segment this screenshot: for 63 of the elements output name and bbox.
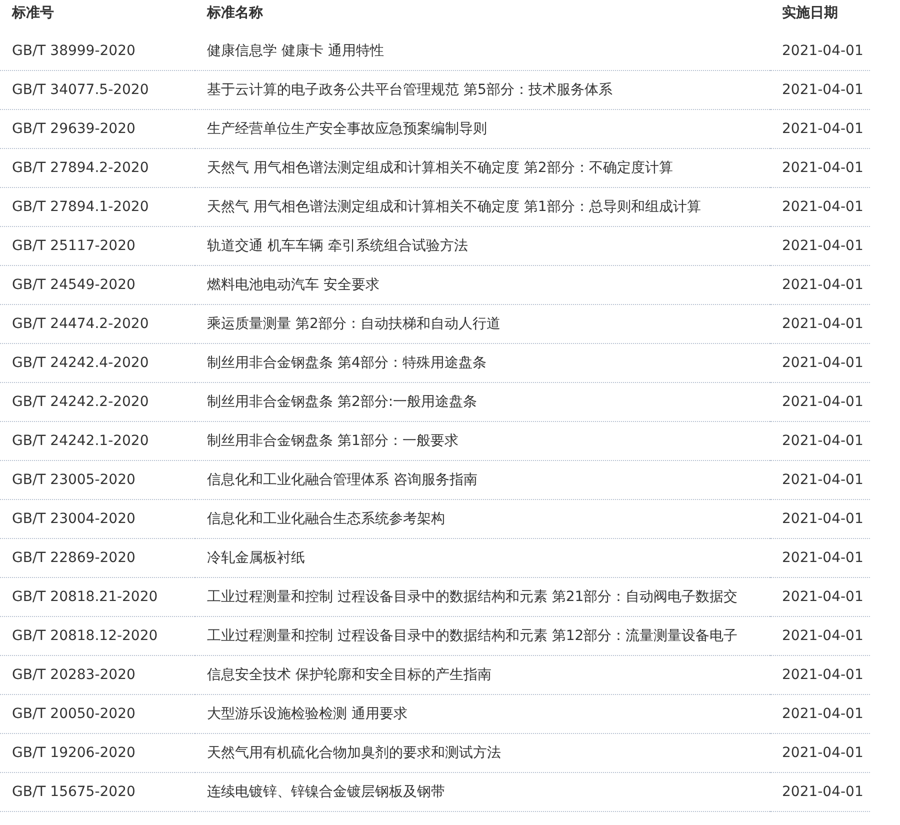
table-cell: 2021-04-01 — [770, 656, 870, 695]
table-cell: 2021-04-01 — [770, 227, 870, 266]
table-cell: GB/T 15675-2020 — [0, 773, 195, 812]
table-cell: GB/T 24242.4-2020 — [0, 344, 195, 383]
table-cell-text: 信息化和工业化融合管理体系 咨询服务指南 — [207, 471, 478, 490]
table-cell: GB/T 24474.2-2020 — [0, 305, 195, 344]
table-cell: 2021-04-01 — [770, 539, 870, 578]
table-cell: 2021-04-01 — [770, 500, 870, 539]
table-cell-text: 制丝用非合金钢盘条 第1部分：一般要求 — [207, 432, 458, 451]
table-cell: GB/T 20283-2020 — [0, 656, 195, 695]
table-cell: GB/T 20818.12-2020 — [0, 617, 195, 656]
table-cell: GB/T 38999-2020 — [0, 32, 195, 71]
table-cell: 2021-04-01 — [770, 383, 870, 422]
table-cell: GB/T 20818.21-2020 — [0, 578, 195, 617]
table-cell: 2021-04-01 — [770, 773, 870, 812]
table-cell: GB/T 27894.1-2020 — [0, 188, 195, 227]
table-cell: 2021-04-01 — [770, 188, 870, 227]
table-cell: GB/T 29639-2020 — [0, 110, 195, 149]
table-cell: GB/T 23005-2020 — [0, 461, 195, 500]
table-cell-text: 基于云计算的电子政务公共平台管理规范 第5部分：技术服务体系 — [207, 81, 612, 100]
table-cell-text: 大型游乐设施检验检测 通用要求 — [207, 705, 408, 724]
table-cell: 2021-04-01 — [770, 422, 870, 461]
table-cell: GB/T 25117-2020 — [0, 227, 195, 266]
table-cell-text: 轨道交通 机车车辆 牵引系统组合试验方法 — [207, 237, 468, 256]
table-cell: GB/T 24549-2020 — [0, 266, 195, 305]
table-cell: GB/T 19206-2020 — [0, 734, 195, 773]
table-cell-text: 冷轧金属板衬纸 — [207, 549, 305, 568]
table-cell-text: 燃料电池电动汽车 安全要求 — [207, 276, 380, 295]
table-cell-text: 工业过程测量和控制 过程设备目录中的数据结构和元素 第21部分：自动阀电子数据交 — [207, 588, 738, 607]
table-cell: 2021-04-01 — [770, 578, 870, 617]
table-cell-text: 制丝用非合金钢盘条 第4部分：特殊用途盘条 — [207, 354, 486, 373]
table-cell: 2021-04-01 — [770, 617, 870, 656]
table-cell: 2021-04-01 — [770, 461, 870, 500]
table-cell: 2021-04-01 — [770, 695, 870, 734]
table-cell-text: 信息化和工业化融合生态系统参考架构 — [207, 510, 445, 529]
table-cell: GB/T 27894.2-2020 — [0, 149, 195, 188]
table-cell-text: 天然气用有机硫化合物加臭剂的要求和测试方法 — [207, 744, 501, 763]
table-cell-text: 工业过程测量和控制 过程设备目录中的数据结构和元素 第12部分：流量测量设备电子 — [207, 627, 738, 646]
table-cell: 2021-04-01 — [770, 734, 870, 773]
table-cell-text: 健康信息学 健康卡 通用特性 — [207, 42, 384, 61]
table-cell: 2021-04-01 — [770, 149, 870, 188]
table-cell: 2021-04-01 — [770, 305, 870, 344]
table-cell: GB/T 20050-2020 — [0, 695, 195, 734]
table-cell-text: 制丝用非合金钢盘条 第2部分:一般用途盘条 — [207, 393, 478, 412]
column-header: 标准号 — [10, 4, 55, 23]
table-cell: GB/T 24242.1-2020 — [0, 422, 195, 461]
table-cell: 2021-04-01 — [770, 344, 870, 383]
table-cell-text: 乘运质量测量 第2部分：自动扶梯和自动人行道 — [207, 315, 500, 334]
table-cell: 2021-04-01 — [770, 110, 870, 149]
column-header: 实施日期 — [781, 4, 839, 23]
column-header: 标准名称 — [206, 4, 264, 23]
table-cell-text: 连续电镀锌、锌镍合金镀层钢板及钢带 — [207, 783, 445, 802]
table-cell-text: 信息安全技术 保护轮廓和安全目标的产生指南 — [207, 666, 492, 685]
table-cell: 2021-04-01 — [770, 32, 870, 71]
table-cell-text: 天然气 用气相色谱法测定组成和计算相关不确定度 第2部分：不确定度计算 — [207, 159, 673, 178]
table-cell-text: 生产经营单位生产安全事故应急预案编制导则 — [207, 120, 487, 139]
table-cell-text: 天然气 用气相色谱法测定组成和计算相关不确定度 第1部分：总导则和组成计算 — [207, 198, 701, 217]
table-cell: 2021-04-01 — [770, 71, 870, 110]
table-cell: GB/T 34077.5-2020 — [0, 71, 195, 110]
table-cell: GB/T 23004-2020 — [0, 500, 195, 539]
table-cell: 2021-04-01 — [770, 266, 870, 305]
table-cell: GB/T 22869-2020 — [0, 539, 195, 578]
table-cell: GB/T 24242.2-2020 — [0, 383, 195, 422]
